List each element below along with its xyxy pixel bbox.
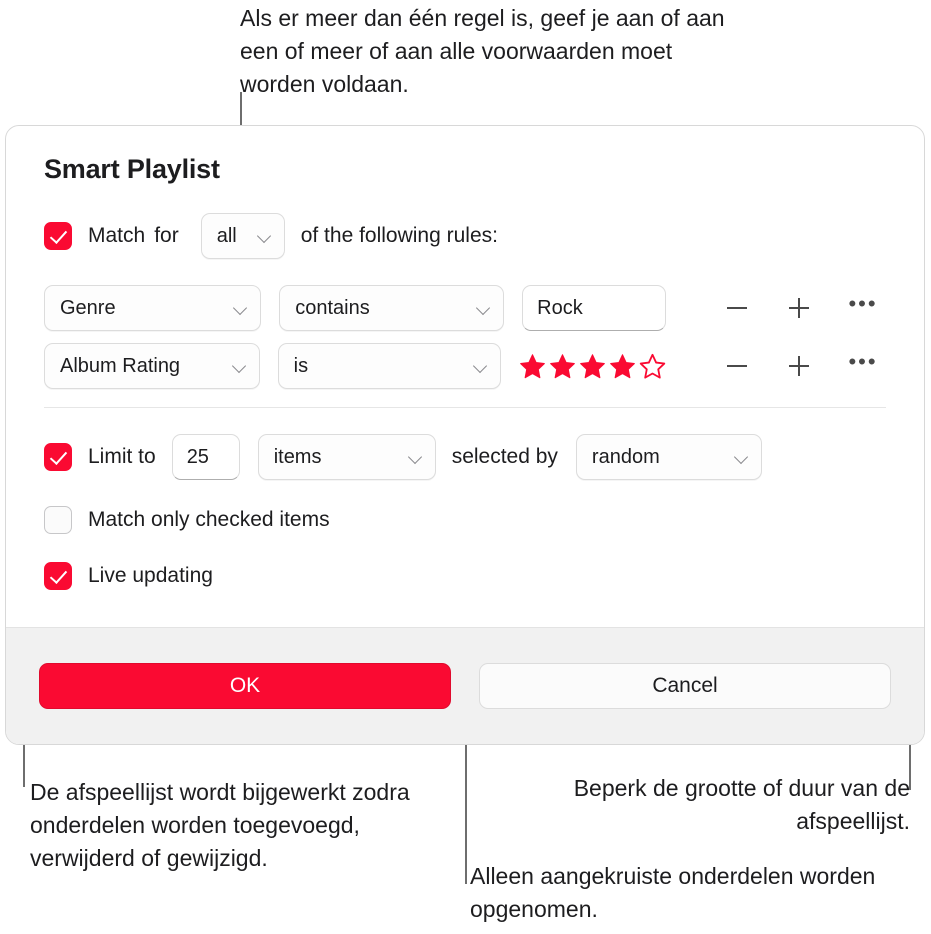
match-type-select[interactable]: all [200,213,285,259]
callout-text-live-updating: De afspeellijst wordt bijgewerkt zodra o… [30,779,410,871]
callout-text-limit: Beperk de grootte of duur van de afspeel… [573,775,910,834]
limit-checkbox[interactable] [44,443,72,471]
rule-options-button-1[interactable]: ••• [840,343,886,389]
match-only-checked-checkbox[interactable] [44,506,72,534]
rule-options-button-0[interactable]: ••• [840,285,886,331]
table-row: Album Rating is ••• [44,343,886,389]
chevron-down-icon [257,229,272,244]
ok-button[interactable]: OK [39,663,451,709]
match-type-value: all [216,224,237,247]
rule-operator-value-1: is [293,354,309,377]
rule-operator-select-1[interactable]: is [277,343,501,389]
dialog-footer: OK Cancel [6,627,924,744]
plus-icon [789,298,810,318]
star-outline-icon[interactable] [639,353,666,380]
match-checkbox[interactable] [44,222,72,250]
match-only-checked-label: Match only checked items [88,508,330,531]
selected-by-select[interactable]: random [575,434,762,480]
chevron-down-icon [233,301,248,316]
rule-operator-select-0[interactable]: contains [279,285,505,331]
page-title: Smart Playlist [44,154,220,184]
star-filled-icon[interactable] [609,353,636,380]
ellipsis-icon: ••• [848,348,878,374]
cancel-button-label: Cancel [652,674,718,697]
dialog-body: Smart Playlist Match for all of the foll… [6,126,924,590]
limit-row: Limit to 25 items selected by random [44,434,886,480]
rule-field-value-0: Genre [60,296,116,319]
limit-label: Limit to [88,445,156,468]
rule-field-select-1[interactable]: Album Rating [44,343,260,389]
star-filled-icon[interactable] [519,353,546,380]
selected-by-value: random [591,445,660,468]
match-label: Match [88,224,146,247]
remove-rule-button-0[interactable] [714,285,760,331]
star-filled-icon[interactable] [549,353,576,380]
remove-rule-button-1[interactable] [714,343,760,389]
cancel-button[interactable]: Cancel [479,663,891,709]
add-rule-button-0[interactable] [776,285,822,331]
chevron-down-icon [476,301,491,316]
minus-icon [727,365,747,367]
add-rule-button-1[interactable] [776,343,822,389]
callout-text-match-rules: Als er meer dan één regel is, geef je aa… [240,5,725,97]
table-row: Genre contains Rock ••• [44,285,886,331]
rule-buttons-0: ••• [714,285,886,331]
ok-button-label: OK [229,674,261,697]
rule-field-select-0[interactable]: Genre [44,285,262,331]
smart-playlist-dialog: Smart Playlist Match for all of the foll… [5,125,925,745]
plus-icon [789,356,809,376]
rating-stars-input[interactable] [519,343,666,389]
callout-text-checked-items: Alleen aangekruiste onderdelen worden op… [470,863,876,922]
rule-value-input-0[interactable]: Rock [522,285,667,331]
chevron-down-icon [232,359,247,374]
section-divider [44,407,886,408]
live-updating-row: Live updating [44,562,886,590]
chevron-down-icon [473,359,488,374]
match-row: Match for all of the following rules: [44,213,886,259]
star-filled-icon[interactable] [579,353,606,380]
match-only-checked-row: Match only checked items [44,506,886,534]
live-updating-label: Live updating [88,564,213,587]
rule-value-text-0: Rock [537,296,583,319]
minus-icon [727,307,748,309]
selected-by-label: selected by [451,445,558,468]
chevron-down-icon [408,450,423,465]
rule-operator-value-0: contains [295,296,370,319]
limit-amount-input[interactable]: 25 [171,434,240,480]
rule-buttons-1: ••• [714,343,886,389]
ellipsis-icon: ••• [848,290,878,316]
rule-field-value-1: Album Rating [60,354,181,377]
match-for-label: for [154,224,179,247]
chevron-down-icon [734,450,749,465]
limit-unit-select[interactable]: items [257,434,436,480]
limit-unit-value: items [273,445,322,468]
limit-amount-value: 25 [186,445,209,468]
live-updating-checkbox[interactable] [44,562,72,590]
match-suffix-label: of the following rules: [300,224,498,247]
